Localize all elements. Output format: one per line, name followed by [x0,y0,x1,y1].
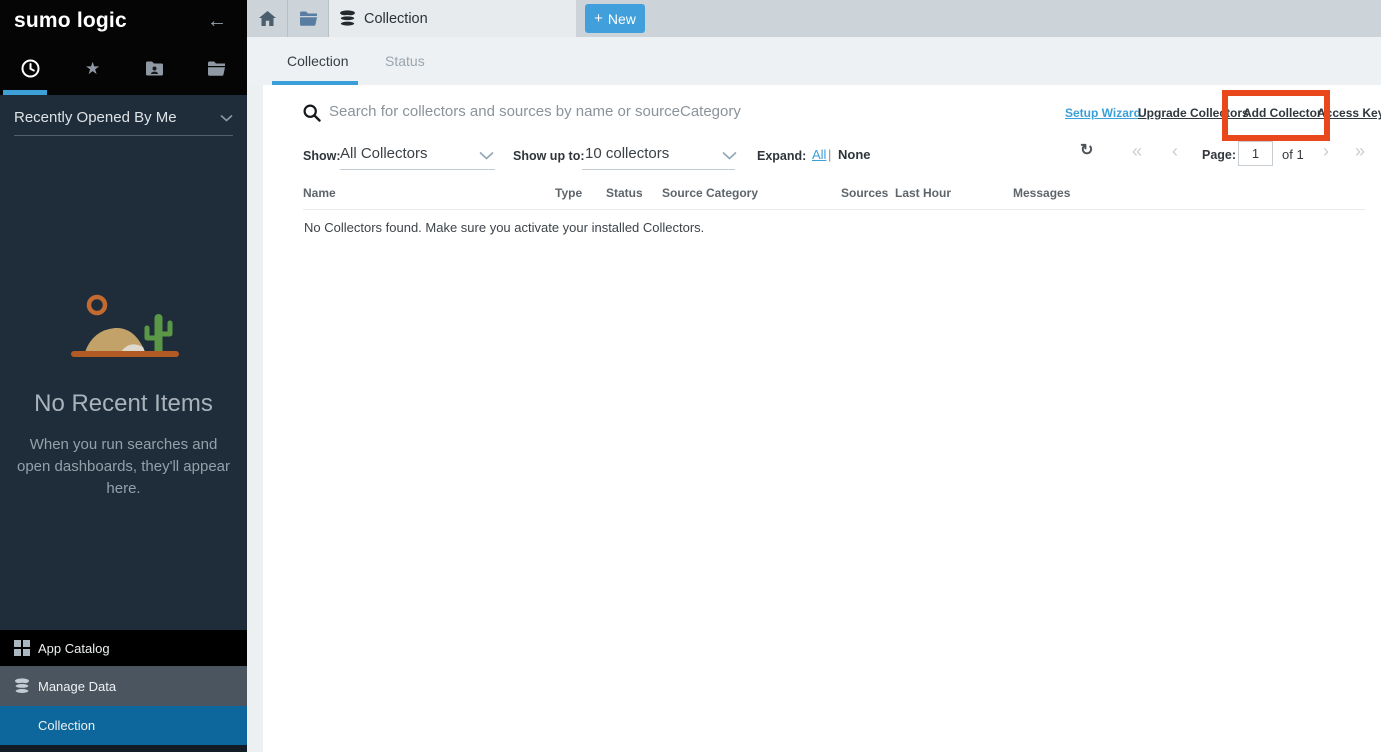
sidebar-body: Recently Opened By Me No Recent Items Wh… [0,95,247,752]
limit-filter-label: Show up to: [513,149,585,163]
search-icon [303,104,321,122]
show-filter-label: Show: [303,149,341,163]
first-page-icon[interactable]: « [1132,142,1142,160]
column-header-sources[interactable]: Sources [841,186,888,200]
column-header-messages[interactable]: Messages [1013,186,1070,200]
collapse-sidebar-icon[interactable]: ← [201,11,233,31]
recent-scope-label: Recently Opened By Me [14,109,220,126]
dropdown-underline [582,169,735,170]
sidebar-tab-favorites[interactable]: ★ [62,42,124,95]
database-icon [339,10,356,27]
database-icon [14,678,38,694]
top-tab-strip: Collection + New [247,0,1381,37]
expand-divider: | [828,147,831,162]
prev-page-icon[interactable]: ‹ [1172,142,1178,160]
subtab-status[interactable]: Status [385,37,425,85]
last-page-icon[interactable]: » [1355,142,1365,160]
subtab-collection[interactable]: Collection [287,37,348,85]
app-grid-icon [14,640,38,656]
new-button[interactable]: + New [585,4,645,33]
expand-all-link[interactable]: All [812,147,826,162]
sidebar-tab-recents[interactable] [0,42,62,95]
home-button[interactable] [247,0,288,37]
menu-item-app-catalog[interactable]: App Catalog [0,630,247,666]
show-filter-value[interactable]: All Collectors [340,145,428,162]
search-input[interactable] [329,97,949,125]
empty-state-description: When you run searches and open dashboard… [15,434,233,499]
library-button[interactable] [288,0,329,37]
menu-item-label: App Catalog [38,641,110,656]
menu-item-label: Collection [38,718,95,733]
menu-item-collection[interactable]: Collection [0,706,247,745]
page-label: Page: [1202,148,1236,162]
home-icon [259,11,276,26]
plus-icon: + [594,10,603,27]
chevron-down-icon[interactable] [722,151,737,160]
sumo-logic-logo: sumo logic [14,9,201,33]
column-header-source-category[interactable]: Source Category [662,186,758,200]
empty-state-title: No Recent Items [0,390,247,418]
star-icon: ★ [85,60,100,77]
desert-illustration [59,288,189,366]
sidebar-header: sumo logic ← [0,0,247,42]
column-header-name[interactable]: Name [303,186,336,200]
no-recent-items-panel: No Recent Items When you run searches an… [0,288,247,499]
menu-divider [0,745,247,752]
collection-content: Setup Wizard Upgrade Collectors Add Coll… [247,85,1381,752]
upgrade-collectors-link[interactable]: Upgrade Collectors [1138,106,1249,120]
dropdown-underline [340,169,495,170]
add-collector-link[interactable]: Add Collector [1243,106,1322,120]
refresh-icon[interactable]: ↻ [1080,143,1093,159]
sidebar-icon-nav: ★ [0,42,247,95]
page-count-label: of 1 [1282,147,1304,162]
column-header-status[interactable]: Status [606,186,643,200]
tab-collection[interactable]: Collection [329,0,576,37]
limit-filter-value[interactable]: 10 collectors [585,145,669,162]
menu-item-manage-data[interactable]: Manage Data [0,666,247,706]
sidebar-bottom-menu: App Catalog Manage Data Collection [0,630,247,752]
next-page-icon[interactable]: › [1323,142,1329,160]
setup-wizard-link[interactable]: Setup Wizard [1065,106,1141,120]
chevron-down-icon [220,114,233,122]
main-area: Collection + New Collection Status [247,0,1381,752]
chevron-down-icon[interactable] [479,151,494,160]
sumo-logic-app: sumo logic ← ★ [0,0,1381,752]
menu-item-label: Manage Data [38,679,116,694]
recent-scope-dropdown[interactable]: Recently Opened By Me [14,109,233,136]
header-divider [303,209,1365,210]
page-number-input[interactable] [1238,141,1273,166]
left-gutter [247,85,263,752]
access-keys-link[interactable]: Access Keys [1317,106,1381,120]
open-folder-icon [299,11,318,26]
column-header-type[interactable]: Type [555,186,582,200]
clock-icon [21,59,40,78]
shared-folder-icon [145,61,164,77]
column-header-last-hour[interactable]: Last Hour [895,186,951,200]
sidebar: sumo logic ← ★ [0,0,247,752]
no-collectors-message: No Collectors found. Make sure you activ… [304,220,704,235]
sidebar-tab-personal[interactable] [185,42,247,95]
new-button-label: New [608,11,636,27]
expand-none-link[interactable]: None [838,147,871,162]
folder-icon [207,61,226,76]
sub-tab-bar: Collection Status [247,37,1381,85]
tab-label: Collection [364,11,428,27]
sidebar-tab-shared-library[interactable] [124,42,186,95]
expand-label: Expand: [757,149,806,163]
